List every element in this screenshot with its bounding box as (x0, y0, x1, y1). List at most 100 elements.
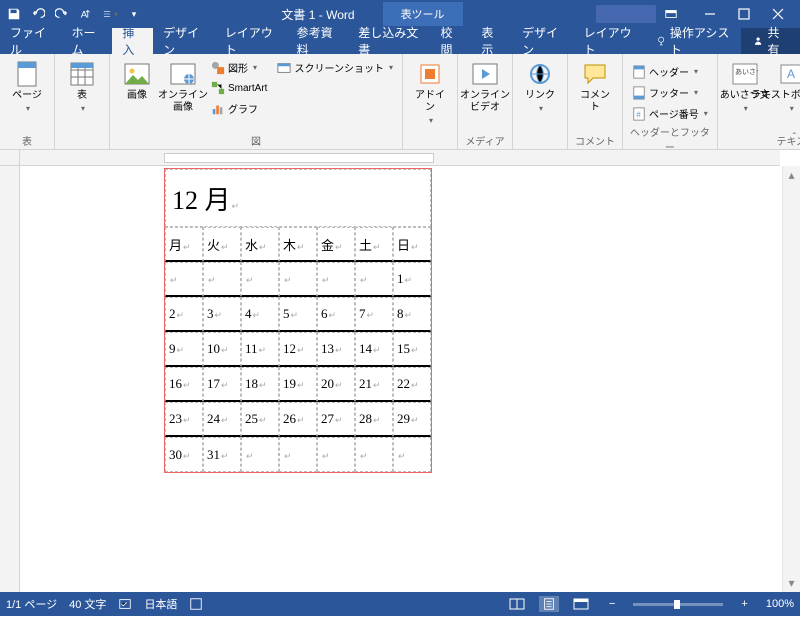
share-button[interactable]: 共有 (741, 28, 800, 54)
page-number-button[interactable]: #ページ番号 (629, 104, 711, 123)
calendar-cell[interactable]: 26 (279, 402, 317, 437)
chart-button[interactable]: グラフ (208, 99, 270, 118)
calendar-cell[interactable]: 23 (165, 402, 203, 437)
online-pictures-button[interactable]: オンライン 画像 (162, 56, 204, 118)
calendar-cell[interactable]: 19 (279, 367, 317, 402)
calendar-cell[interactable]: 27 (317, 402, 355, 437)
calendar-cell[interactable]: 2 (165, 297, 203, 332)
tab-design[interactable]: デザイン (153, 28, 215, 54)
calendar-cell[interactable]: 16 (165, 367, 203, 402)
header-button[interactable]: ヘッダー (629, 62, 711, 81)
calendar-cell[interactable]: 29 (393, 402, 431, 437)
calendar-cell[interactable] (355, 437, 393, 472)
tab-review[interactable]: 校閲 (431, 28, 472, 54)
calendar-cell[interactable]: 31 (203, 437, 241, 472)
collapse-ribbon-icon[interactable]: ˆ (793, 132, 796, 143)
vertical-scrollbar[interactable]: ▴ ▾ (782, 166, 800, 592)
ribbon-display-icon[interactable] (664, 7, 678, 21)
tell-me[interactable]: 操作アシスト (646, 28, 742, 54)
undo-icon[interactable] (30, 6, 46, 22)
tab-mailings[interactable]: 差し込み文書 (348, 28, 430, 54)
word-count[interactable]: 40 文字 (69, 596, 106, 612)
ruler-vertical[interactable] (0, 166, 20, 592)
calendar-cell[interactable] (241, 262, 279, 297)
zoom-slider[interactable] (633, 603, 723, 606)
comment-button[interactable]: コメント (574, 56, 616, 118)
calendar-cell[interactable]: 8 (393, 297, 431, 332)
calendar-cell[interactable] (279, 437, 317, 472)
links-button[interactable]: リンク (519, 56, 561, 118)
account-badge[interactable] (596, 5, 656, 23)
day-header[interactable]: 月 (165, 227, 203, 262)
calendar-cell[interactable] (355, 262, 393, 297)
calendar-cell[interactable]: 25 (241, 402, 279, 437)
zoom-out-button[interactable]: − (603, 598, 621, 610)
textbox-button[interactable]: Aテキストボックス (770, 56, 800, 118)
calendar-cell[interactable]: 17 (203, 367, 241, 402)
calendar-cell[interactable]: 24 (203, 402, 241, 437)
tab-home[interactable]: ホーム (62, 28, 113, 54)
save-icon[interactable] (6, 6, 22, 22)
calendar-table[interactable]: 12 月 月 火 水 木 金 土 日 123456789101112131415… (164, 168, 432, 473)
calendar-cell[interactable]: 22 (393, 367, 431, 402)
calendar-cell[interactable] (317, 437, 355, 472)
qat-customize-icon[interactable]: ▾ (126, 6, 142, 22)
day-header[interactable]: 日 (393, 227, 431, 262)
calendar-cell[interactable] (393, 437, 431, 472)
calendar-cell[interactable]: 12 (279, 332, 317, 367)
screenshot-button[interactable]: スクリーンショット (274, 58, 396, 77)
touch-mode-icon[interactable]: A (78, 6, 94, 22)
day-header[interactable]: 木 (279, 227, 317, 262)
tab-table-layout[interactable]: レイアウト (574, 28, 646, 54)
calendar-cell[interactable]: 7 (355, 297, 393, 332)
pictures-button[interactable]: 画像 (116, 56, 158, 106)
list-icon[interactable] (102, 6, 118, 22)
calendar-cell[interactable]: 28 (355, 402, 393, 437)
calendar-cell[interactable]: 30 (165, 437, 203, 472)
calendar-cell[interactable]: 6 (317, 297, 355, 332)
calendar-cell[interactable] (203, 262, 241, 297)
pages-button[interactable]: ページ (6, 56, 48, 118)
addins-button[interactable]: アドイン (409, 56, 451, 130)
calendar-cell[interactable]: 14 (355, 332, 393, 367)
calendar-title-cell[interactable]: 12 月 (165, 169, 431, 227)
read-mode-icon[interactable] (507, 596, 527, 612)
online-video-button[interactable]: オンライン ビデオ (464, 56, 506, 118)
redo-icon[interactable] (54, 6, 70, 22)
print-layout-icon[interactable] (539, 596, 559, 612)
calendar-cell[interactable]: 1 (393, 262, 431, 297)
calendar-cell[interactable]: 20 (317, 367, 355, 402)
maximize-icon[interactable] (734, 4, 754, 24)
page-area[interactable]: 12 月 月 火 水 木 金 土 日 123456789101112131415… (20, 166, 780, 592)
calendar-cell[interactable]: 3 (203, 297, 241, 332)
calendar-cell[interactable]: 13 (317, 332, 355, 367)
tab-table-design[interactable]: デザイン (512, 28, 574, 54)
day-header[interactable]: 水 (241, 227, 279, 262)
calendar-cell[interactable]: 11 (241, 332, 279, 367)
tab-view[interactable]: 表示 (471, 28, 512, 54)
calendar-cell[interactable] (317, 262, 355, 297)
zoom-level[interactable]: 100% (766, 598, 794, 610)
calendar-cell[interactable] (165, 262, 203, 297)
accessibility-icon[interactable] (189, 597, 203, 611)
minimize-icon[interactable] (700, 4, 720, 24)
tab-references[interactable]: 参考資料 (287, 28, 349, 54)
tab-file[interactable]: ファイル (0, 28, 62, 54)
calendar-cell[interactable]: 9 (165, 332, 203, 367)
calendar-cell[interactable]: 5 (279, 297, 317, 332)
shapes-button[interactable]: 図形 (208, 58, 270, 77)
smartart-button[interactable]: SmartArt (208, 79, 270, 97)
calendar-cell[interactable]: 21 (355, 367, 393, 402)
day-header[interactable]: 土 (355, 227, 393, 262)
spellcheck-icon[interactable] (118, 597, 132, 611)
calendar-cell[interactable]: 4 (241, 297, 279, 332)
greeting-button[interactable]: あいさつあいさつ文 (724, 56, 766, 118)
day-header[interactable]: 金 (317, 227, 355, 262)
page-indicator[interactable]: 1/1 ページ (6, 596, 57, 612)
footer-button[interactable]: フッター (629, 83, 711, 102)
tab-insert[interactable]: 挿入 (112, 28, 153, 54)
calendar-cell[interactable]: 15 (393, 332, 431, 367)
web-layout-icon[interactable] (571, 596, 591, 612)
day-header[interactable]: 火 (203, 227, 241, 262)
table-button[interactable]: 表 (61, 56, 103, 118)
